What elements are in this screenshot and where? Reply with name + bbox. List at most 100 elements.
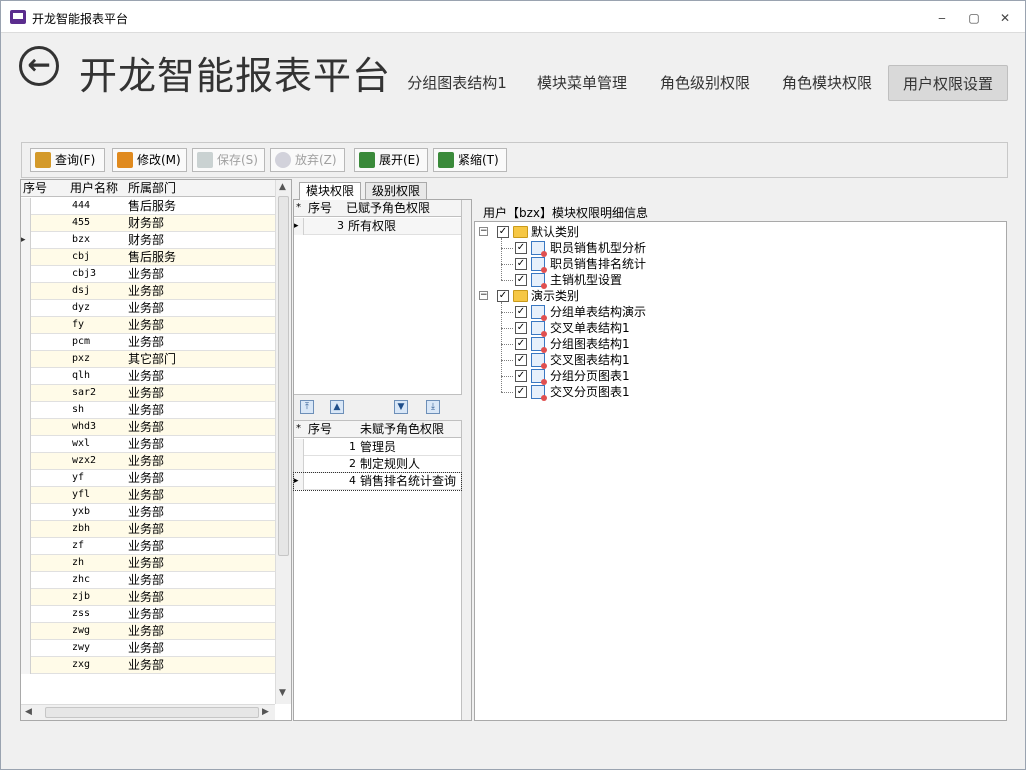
checkbox-icon[interactable]: ✓ xyxy=(497,226,509,238)
table-row[interactable]: yxb 业务部 xyxy=(21,504,275,521)
table-row[interactable]: dyz 业务部 xyxy=(21,300,275,317)
row-header[interactable] xyxy=(21,504,31,521)
edit-button[interactable]: 修改(M) xyxy=(112,148,187,172)
table-row[interactable]: pxz 其它部门 xyxy=(21,351,275,368)
back-arrow-icon[interactable]: ← xyxy=(19,46,59,86)
save-button[interactable]: 保存(S) xyxy=(192,148,265,172)
row-header[interactable] xyxy=(21,538,31,555)
scroll-down-icon[interactable]: ▼ xyxy=(279,688,286,698)
row-header[interactable] xyxy=(21,521,31,538)
vscroll-thumb[interactable] xyxy=(278,196,289,556)
row-header[interactable] xyxy=(21,249,31,266)
close-button[interactable]: ✕ xyxy=(994,9,1016,27)
table-row[interactable]: 1 管理员 xyxy=(294,439,461,456)
nav-tab-0[interactable]: 分组图表结构1 xyxy=(399,65,515,101)
scroll-up-icon[interactable]: ▲ xyxy=(279,182,286,192)
row-header[interactable] xyxy=(21,623,31,640)
tab-role-0[interactable]: 模块权限 xyxy=(299,182,361,200)
table-row[interactable]: cbj3 业务部 xyxy=(21,266,275,283)
row-header[interactable] xyxy=(21,351,31,368)
move-down-icon[interactable]: ▼ xyxy=(394,400,408,414)
collapse-toggle-icon[interactable]: − xyxy=(479,227,488,236)
row-header[interactable] xyxy=(294,439,304,456)
table-row[interactable]: fy 业务部 xyxy=(21,317,275,334)
col-header-index[interactable]: 序号 xyxy=(23,180,53,196)
table-row[interactable]: cbj 售后服务 xyxy=(21,249,275,266)
checkbox-icon[interactable]: ✓ xyxy=(515,306,527,318)
row-header[interactable] xyxy=(21,470,31,487)
scroll-left-icon[interactable]: ◀ xyxy=(25,707,32,717)
checkbox-icon[interactable]: ✓ xyxy=(515,322,527,334)
nav-tab-1[interactable]: 模块菜单管理 xyxy=(528,65,636,101)
table-row[interactable]: zhc 业务部 xyxy=(21,572,275,589)
table-row[interactable]: zss 业务部 xyxy=(21,606,275,623)
row-header[interactable] xyxy=(21,640,31,657)
table-row[interactable]: zwy 业务部 xyxy=(21,640,275,657)
table-row[interactable]: zwg 业务部 xyxy=(21,623,275,640)
col-header-department[interactable]: 所属部门 xyxy=(128,180,228,196)
col-header-assigned-role[interactable]: 已赋予角色权限 xyxy=(346,200,458,216)
table-row[interactable]: wzx2 业务部 xyxy=(21,453,275,470)
table-row[interactable]: yfl 业务部 xyxy=(21,487,275,504)
checkbox-icon[interactable]: ✓ xyxy=(515,370,527,382)
table-row[interactable]: 2 制定规则人 xyxy=(294,456,461,473)
col-header-username[interactable]: 用户名称 xyxy=(70,180,126,196)
table-row[interactable]: yf 业务部 xyxy=(21,470,275,487)
hscroll-thumb[interactable] xyxy=(45,707,259,718)
query-button[interactable]: 查询(F) xyxy=(30,148,105,172)
row-header[interactable]: ▸ xyxy=(294,218,304,235)
user-grid-hscrollbar[interactable]: ◀ ▶ xyxy=(21,704,275,720)
row-header[interactable]: ▸ xyxy=(21,232,31,249)
row-header[interactable] xyxy=(21,215,31,232)
table-row[interactable]: zh 业务部 xyxy=(21,555,275,572)
table-row[interactable]: zf 业务部 xyxy=(21,538,275,555)
row-header[interactable] xyxy=(21,487,31,504)
row-header[interactable] xyxy=(21,555,31,572)
row-header[interactable] xyxy=(21,368,31,385)
table-row[interactable]: ▸ 4 销售排名统计查询 xyxy=(293,472,462,491)
checkbox-icon[interactable]: ✓ xyxy=(515,386,527,398)
maximize-button[interactable]: ▢ xyxy=(963,9,985,27)
table-row[interactable]: sar2 业务部 xyxy=(21,385,275,402)
move-bottom-icon[interactable]: ⤓ xyxy=(426,400,440,414)
row-header[interactable] xyxy=(21,266,31,283)
table-row[interactable]: 455 财务部 xyxy=(21,215,275,232)
row-header[interactable] xyxy=(21,402,31,419)
scroll-right-icon[interactable]: ▶ xyxy=(262,707,269,717)
nav-tab-4[interactable]: 用户权限设置 xyxy=(888,65,1008,101)
table-row[interactable]: whd3 业务部 xyxy=(21,419,275,436)
table-row[interactable]: ▸ 3 所有权限 xyxy=(294,218,461,235)
row-header[interactable] xyxy=(21,589,31,606)
col-header-unassigned-role[interactable]: 未赋予角色权限 xyxy=(360,421,460,437)
discard-button[interactable]: 放弃(Z) xyxy=(270,148,345,172)
row-header[interactable] xyxy=(21,334,31,351)
minimize-button[interactable]: ‒ xyxy=(931,9,953,27)
col-header-index[interactable]: 序号 xyxy=(308,200,344,216)
expand-button[interactable]: 展开(E) xyxy=(354,148,428,172)
checkbox-icon[interactable]: ✓ xyxy=(497,290,509,302)
row-header[interactable] xyxy=(21,606,31,623)
collapse-toggle-icon[interactable]: − xyxy=(479,291,488,300)
move-up-icon[interactable]: ▲ xyxy=(330,400,344,414)
row-header[interactable] xyxy=(294,456,304,473)
table-row[interactable]: zxg 业务部 xyxy=(21,657,275,674)
row-header[interactable] xyxy=(21,419,31,436)
row-header[interactable] xyxy=(21,300,31,317)
table-row[interactable]: pcm 业务部 xyxy=(21,334,275,351)
checkbox-icon[interactable]: ✓ xyxy=(515,354,527,366)
row-header[interactable] xyxy=(21,317,31,334)
col-header-index[interactable]: 序号 xyxy=(308,421,344,437)
checkbox-icon[interactable]: ✓ xyxy=(515,274,527,286)
table-row[interactable]: zjb 业务部 xyxy=(21,589,275,606)
row-header[interactable] xyxy=(21,283,31,300)
row-header[interactable] xyxy=(21,453,31,470)
table-row[interactable]: sh 业务部 xyxy=(21,402,275,419)
table-row[interactable]: 444 售后服务 xyxy=(21,198,275,215)
user-grid-vscrollbar[interactable]: ▲ ▼ xyxy=(275,180,291,704)
row-header[interactable] xyxy=(21,385,31,402)
checkbox-icon[interactable]: ✓ xyxy=(515,242,527,254)
table-row[interactable]: dsj 业务部 xyxy=(21,283,275,300)
table-row[interactable]: zbh 业务部 xyxy=(21,521,275,538)
nav-tab-3[interactable]: 角色模块权限 xyxy=(773,65,881,101)
collapse-button[interactable]: 紧缩(T) xyxy=(433,148,507,172)
